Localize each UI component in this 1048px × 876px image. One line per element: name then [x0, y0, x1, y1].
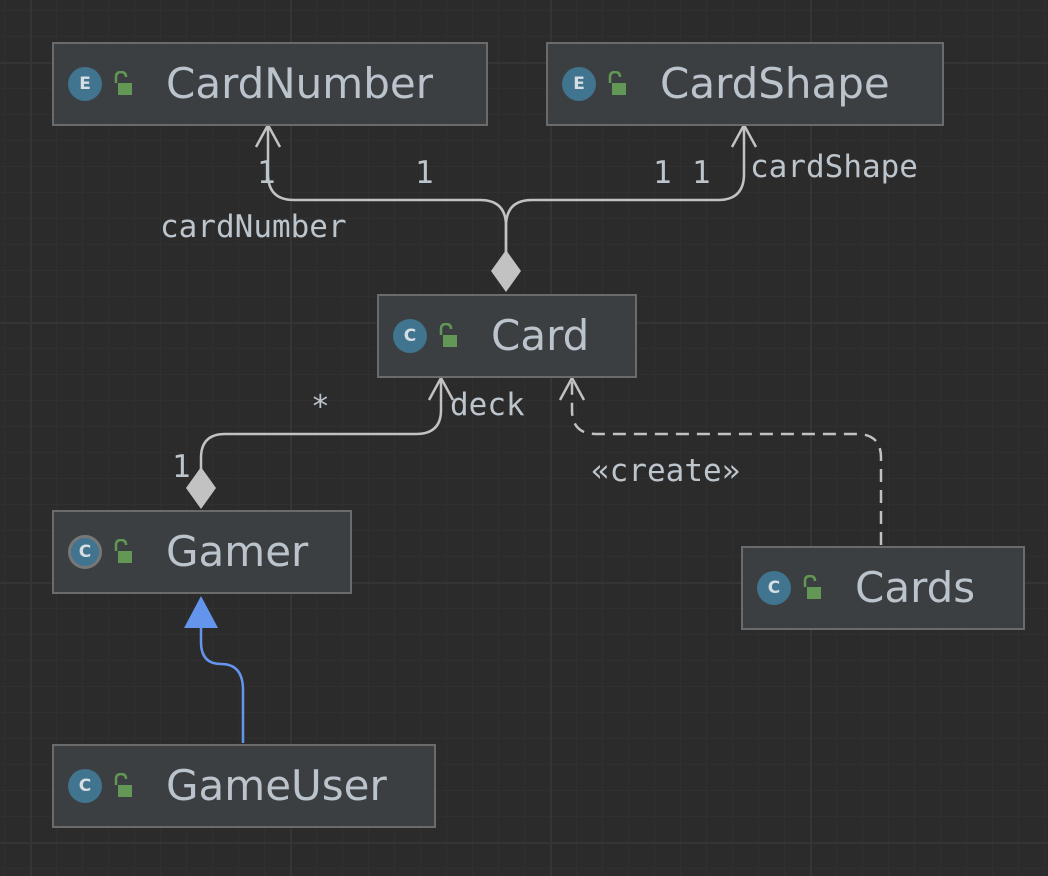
- class-badge-icon: C: [68, 769, 102, 803]
- role-label: cardNumber: [160, 209, 347, 245]
- abstract-class-badge-icon: C: [68, 535, 102, 569]
- class-node-cardshape[interactable]: E CardShape: [546, 42, 944, 126]
- class-node-cards[interactable]: C Cards: [741, 546, 1025, 630]
- uml-class-diagram: E CardNumber E CardShape C Card C Gamer: [0, 0, 1048, 876]
- class-name: CardShape: [660, 59, 890, 108]
- edge-card-to-cardshape[interactable]: [504, 127, 746, 262]
- multiplicity-label: 1: [257, 155, 276, 191]
- class-node-gameuser[interactable]: C GameUser: [52, 744, 436, 828]
- role-label: deck: [450, 387, 525, 423]
- edge-gameuser-to-gamer[interactable]: [199, 628, 245, 743]
- open-lock-icon: [439, 323, 457, 347]
- class-name: Gamer: [166, 527, 309, 576]
- multiplicity-label: 1: [415, 155, 434, 191]
- composition-diamond-icon: [491, 250, 521, 292]
- enum-badge-icon: E: [562, 67, 596, 101]
- open-lock-icon: [803, 575, 821, 599]
- inheritance-triangle-icon: [184, 596, 218, 628]
- class-badge-icon: C: [393, 319, 427, 353]
- open-lock-icon: [114, 539, 132, 563]
- open-lock-icon: [608, 71, 626, 95]
- stereotype-label: «create»: [591, 453, 741, 489]
- multiplicity-label: *: [311, 389, 330, 425]
- enum-badge-icon: E: [68, 67, 102, 101]
- role-label: cardShape: [750, 149, 918, 185]
- multiplicity-label: 1: [172, 449, 191, 485]
- class-name: CardNumber: [166, 59, 433, 108]
- open-lock-icon: [114, 71, 132, 95]
- open-lock-icon: [114, 773, 132, 797]
- class-node-gamer[interactable]: C Gamer: [52, 510, 352, 594]
- class-node-cardnumber[interactable]: E CardNumber: [52, 42, 488, 126]
- class-node-card[interactable]: C Card: [377, 294, 637, 378]
- class-name: Cards: [855, 563, 976, 612]
- multiplicity-label: 1: [653, 155, 672, 191]
- class-name: Card: [491, 311, 590, 360]
- class-badge-icon: C: [757, 571, 791, 605]
- multiplicity-label: 1: [692, 155, 711, 191]
- class-name: GameUser: [166, 761, 387, 810]
